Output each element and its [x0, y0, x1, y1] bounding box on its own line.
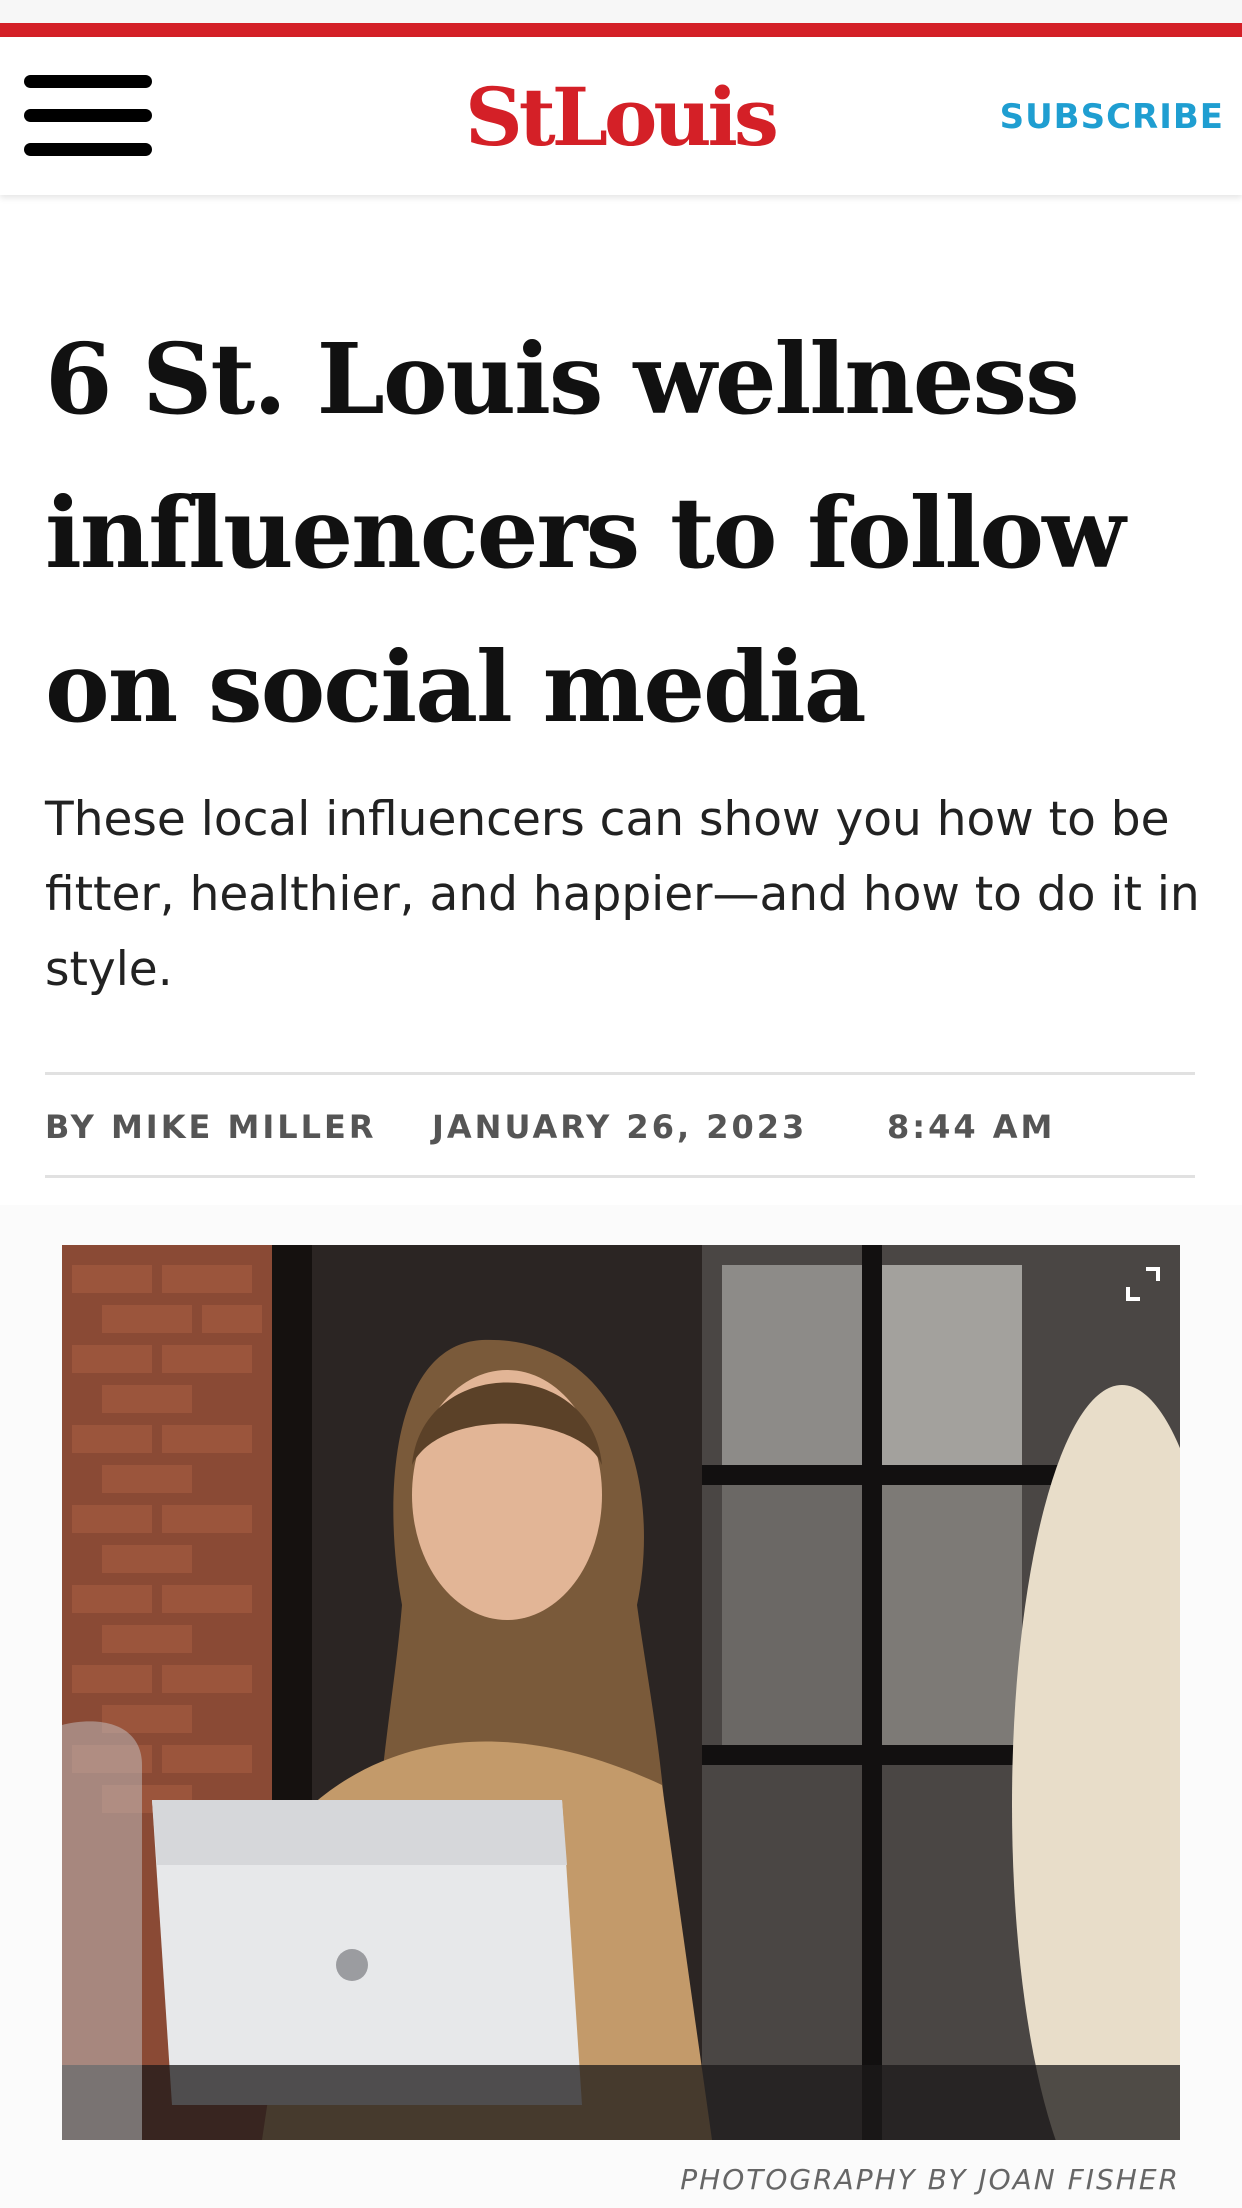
divider: [45, 1072, 1195, 1075]
article-byline: BY MIKE MILLER JANUARY 26, 2023 8:44 AM: [45, 1108, 1195, 1158]
menu-line: [24, 75, 152, 88]
photo-credit: PHOTOGRAPHY BY JOAN FISHER: [680, 2163, 1180, 2196]
byline-author[interactable]: BY MIKE MILLER: [45, 1108, 377, 1146]
article-dek: These local influencers can show you how…: [45, 792, 1200, 997]
expand-icon[interactable]: [1120, 1261, 1166, 1307]
article-headline: 6 St. Louis wellness influencers to foll…: [45, 322, 1126, 744]
menu-line: [24, 109, 152, 122]
top-red-line: [0, 23, 1242, 37]
byline-time: 8:44 AM: [887, 1108, 1056, 1146]
subscribe-link[interactable]: SUBSCRIBE: [1000, 97, 1224, 137]
hero-photo-container: PHOTOGRAPHY BY JOAN FISHER: [0, 1205, 1242, 2208]
menu-line: [24, 143, 152, 156]
site-header: StLouis SUBSCRIBE: [0, 37, 1242, 195]
top-accent-bar: [0, 0, 1242, 40]
divider: [45, 1175, 1195, 1178]
site-logo[interactable]: StLouis: [400, 67, 840, 167]
hero-photo[interactable]: [62, 1245, 1180, 2140]
hamburger-menu-icon[interactable]: [14, 57, 159, 175]
photo-illustration: [62, 1245, 1180, 2140]
byline-date: JANUARY 26, 2023: [432, 1108, 808, 1146]
